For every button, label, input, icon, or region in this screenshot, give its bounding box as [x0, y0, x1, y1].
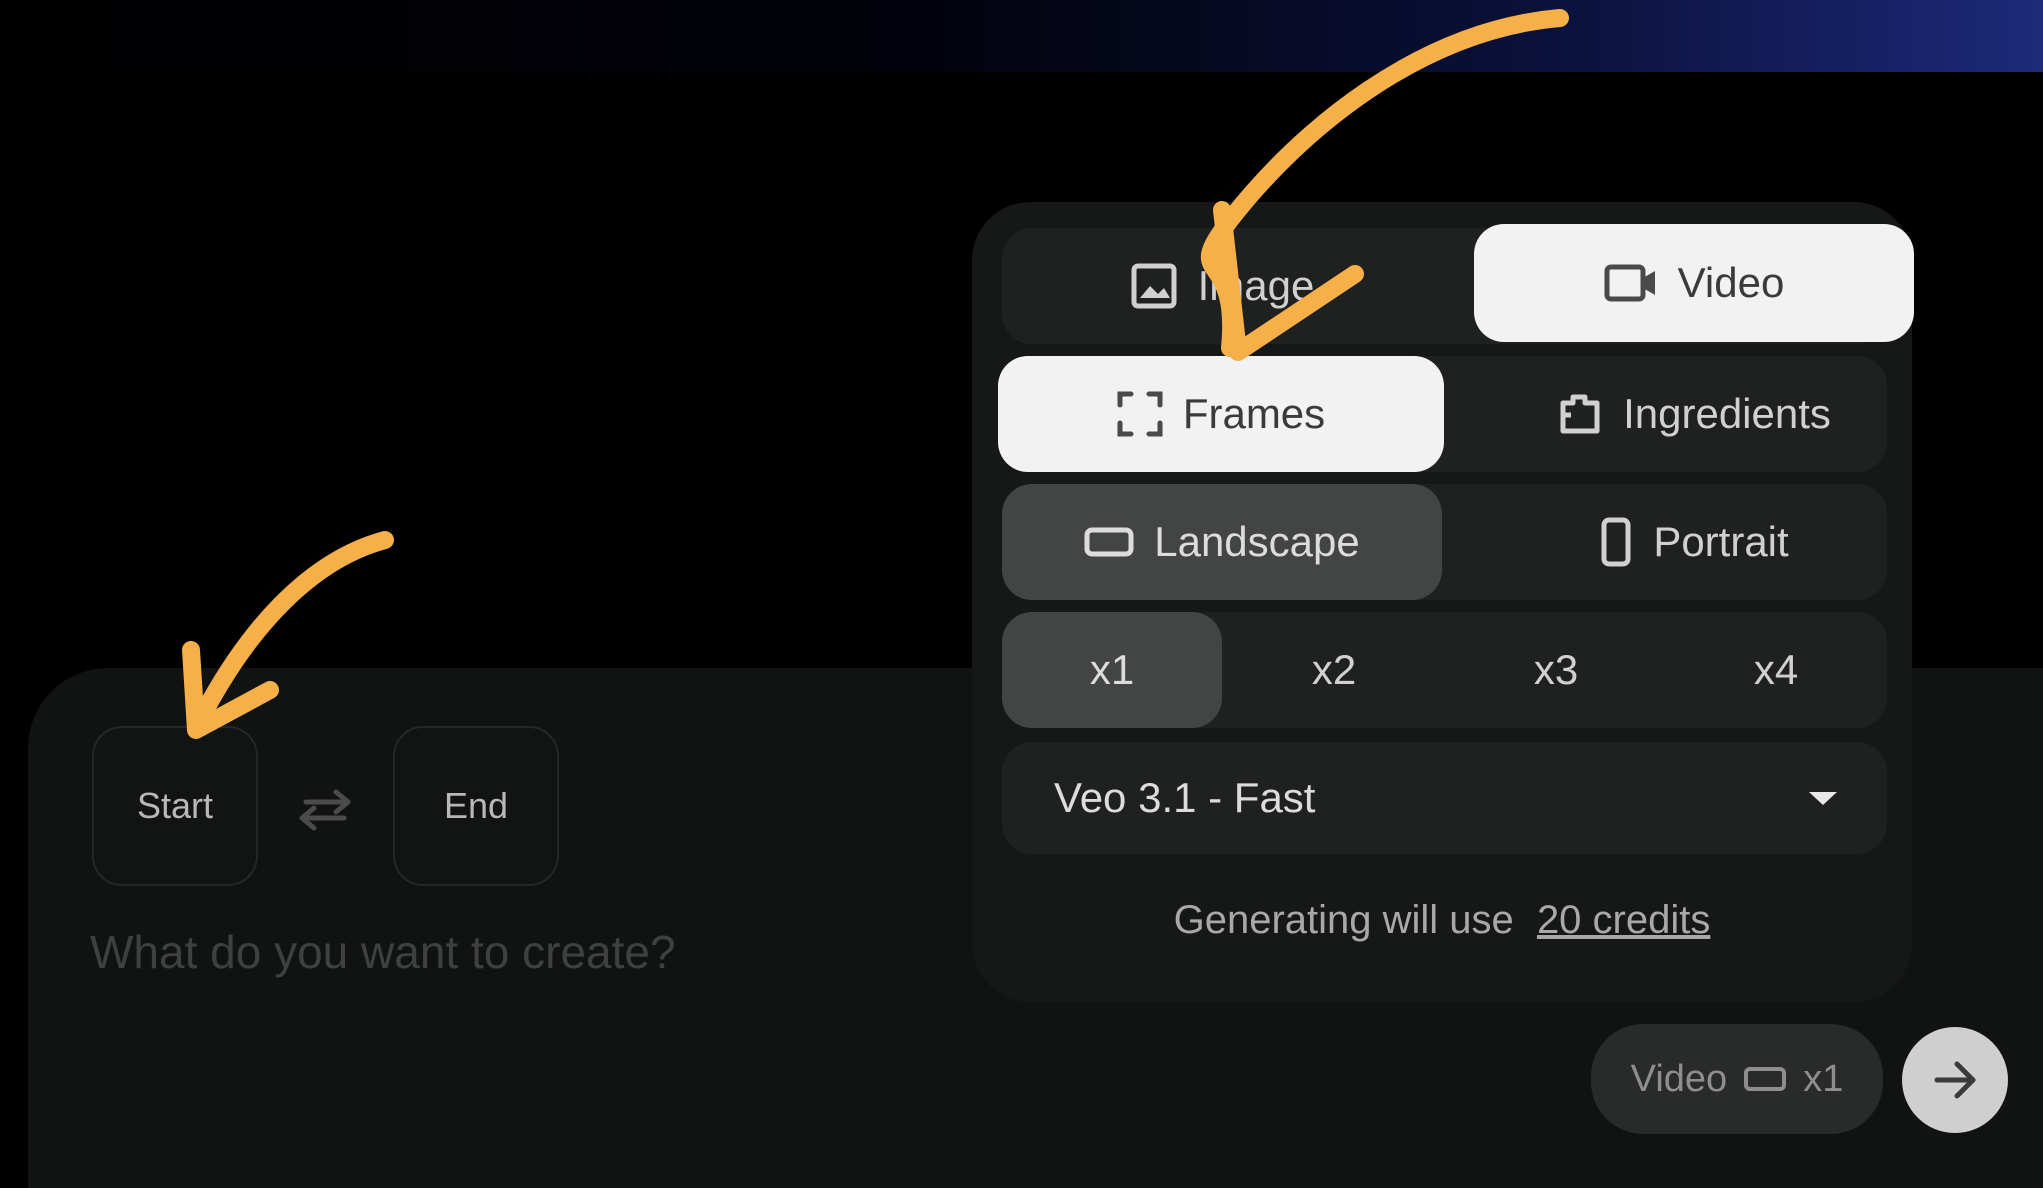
end-frame-label: End — [443, 785, 509, 826]
media-type-video-button[interactable]: Video — [1474, 224, 1914, 342]
count-x4-button[interactable]: x4 — [1666, 612, 1886, 728]
swap-frames-icon[interactable] — [292, 784, 358, 834]
orientation-portrait-label: Portrait — [1653, 518, 1789, 565]
prompt-input[interactable]: What do you want to create? — [90, 925, 676, 979]
summary-type-label: Video — [1630, 1057, 1728, 1100]
credits-prefix: Generating will use — [1173, 898, 1514, 942]
start-frame-label: Start — [136, 785, 214, 826]
ingredients-icon — [1560, 394, 1600, 434]
count-x3-button[interactable]: x3 — [1446, 612, 1666, 728]
video-mode-frames-label: Frames — [1182, 390, 1326, 437]
portrait-icon — [1601, 517, 1631, 567]
top-gradient-band — [0, 0, 2043, 72]
media-type-image-label: Image — [1197, 262, 1315, 309]
video-mode-toggle: Frames Ingredients — [998, 356, 1887, 472]
summary-count-label: x1 — [1803, 1057, 1844, 1100]
count-x1-label: x1 — [1089, 646, 1135, 693]
video-icon — [1604, 264, 1655, 302]
video-mode-frames-button[interactable]: Frames — [998, 356, 1444, 472]
count-x1-button[interactable]: x1 — [1002, 612, 1222, 728]
generation-settings-panel: Image Video Frames Ingredients Landscape… — [972, 202, 1914, 1002]
model-select-value: Veo 3.1 - Fast — [1054, 774, 1316, 821]
media-type-video-label: Video — [1677, 259, 1785, 306]
orientation-toggle: Landscape Portrait — [1002, 484, 1887, 600]
orientation-landscape-label: Landscape — [1154, 518, 1360, 565]
count-x3-label: x3 — [1533, 646, 1579, 693]
orientation-portrait-button[interactable]: Portrait — [1474, 484, 1914, 600]
count-x2-label: x2 — [1311, 646, 1357, 693]
output-count-toggle: x1 x2 x3 x4 — [1002, 612, 1887, 728]
credits-notice: Generating will use 20 credits — [972, 898, 1912, 943]
orientation-landscape-button[interactable]: Landscape — [1002, 484, 1442, 600]
video-mode-ingredients-button[interactable]: Ingredients — [1474, 356, 1914, 472]
image-icon — [1131, 263, 1177, 309]
chevron-down-icon — [1809, 792, 1837, 805]
send-button[interactable] — [1902, 1027, 2008, 1133]
media-type-toggle: Image Video — [1002, 224, 1914, 344]
arrow-right-icon — [1934, 1061, 1976, 1099]
count-x4-label: x4 — [1753, 646, 1799, 693]
end-frame-slot[interactable]: End — [393, 726, 559, 886]
landscape-icon — [1744, 1067, 1787, 1091]
settings-summary-chip[interactable]: Video x1 — [1591, 1024, 1883, 1134]
count-x2-button[interactable]: x2 — [1224, 612, 1444, 728]
credits-link[interactable]: 20 credits — [1537, 898, 1710, 942]
model-select[interactable]: Veo 3.1 - Fast — [1002, 742, 1887, 854]
start-frame-slot[interactable]: Start — [92, 726, 258, 886]
media-type-image-button[interactable]: Image — [1002, 228, 1442, 344]
video-mode-ingredients-label: Ingredients — [1623, 390, 1831, 437]
landscape-icon — [1084, 527, 1134, 557]
frames-icon — [1117, 391, 1163, 437]
